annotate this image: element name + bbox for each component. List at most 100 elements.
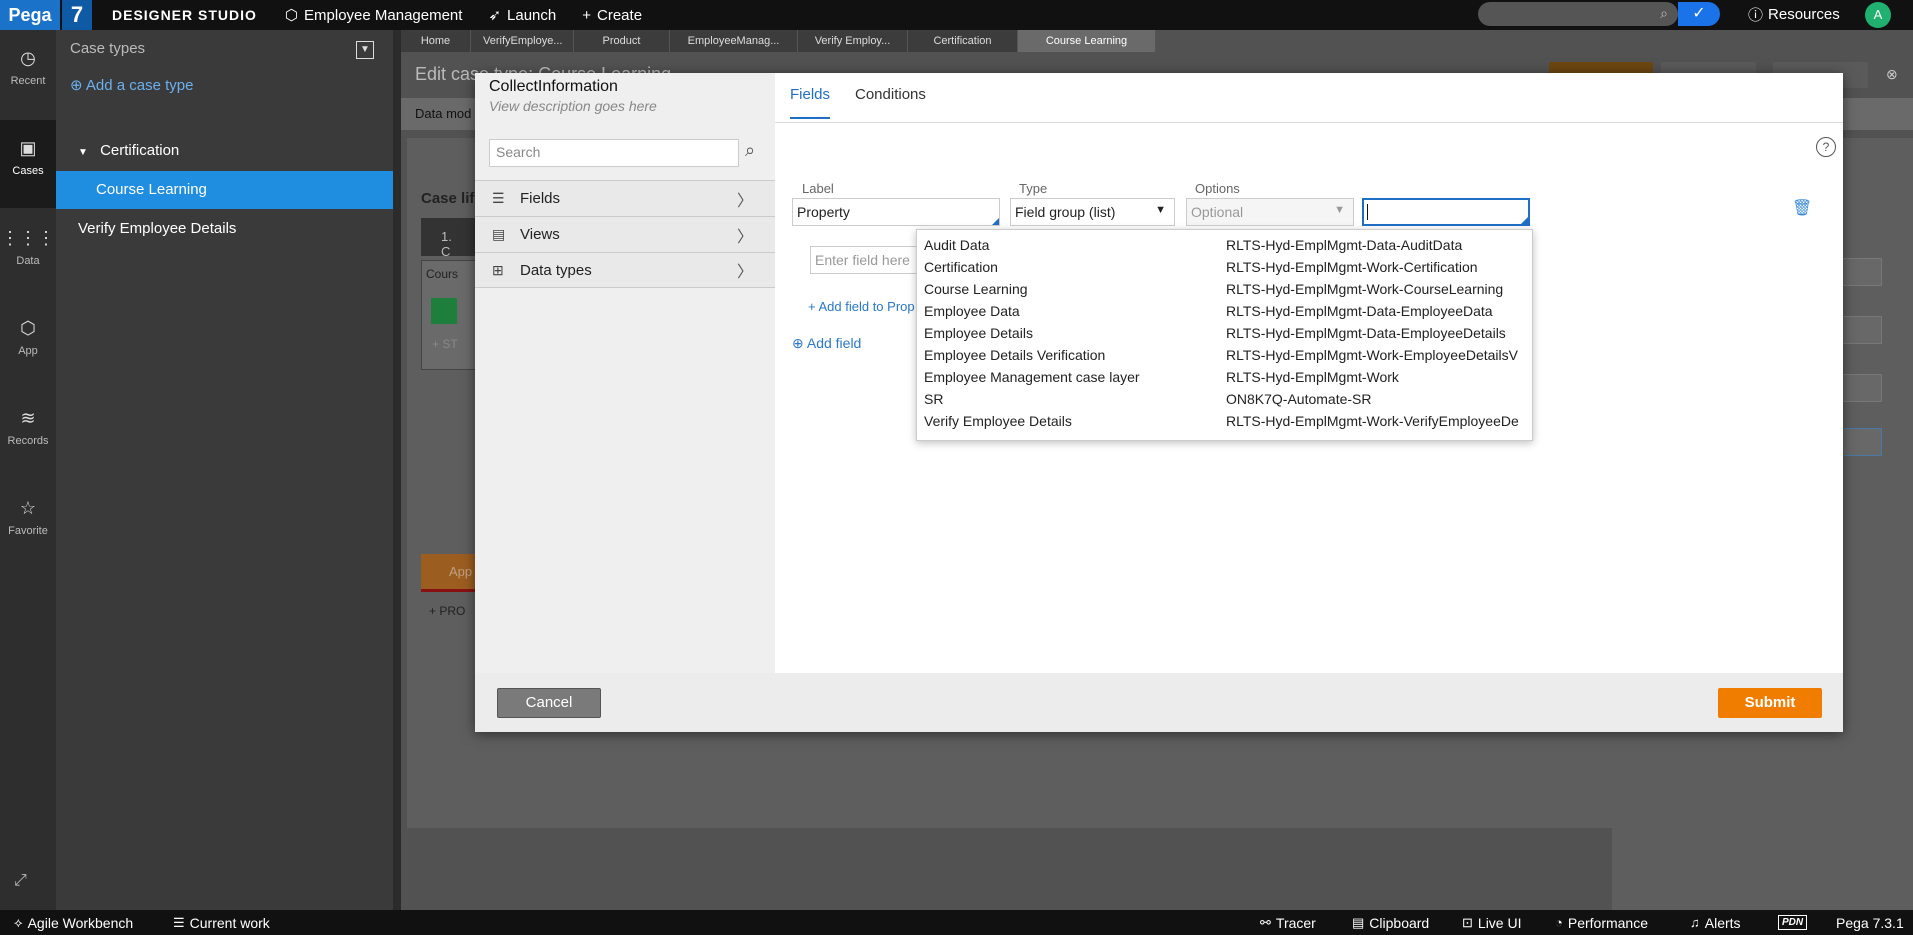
alt-stage-label: App — [449, 564, 473, 579]
expand-icon[interactable]: ⤢ — [14, 872, 27, 890]
live-ui-icon: ⊡ — [1462, 914, 1473, 930]
case-type-certification[interactable]: ▼ Certification — [56, 132, 393, 170]
close-icon[interactable]: ⊗ — [1886, 66, 1898, 83]
search-icon[interactable]: ⌕ — [745, 140, 755, 161]
case-type-verify-employee-details[interactable]: Verify Employee Details — [56, 210, 393, 248]
nav-views[interactable]: ▤ Views 〉 — [475, 216, 775, 252]
corner-indicator — [992, 218, 999, 225]
live-ui-button[interactable]: ⊡ Live UI — [1462, 915, 1521, 931]
list-item[interactable]: Audit Data RLTS-Hyd-EmplMgmt-Data-AuditD… — [917, 235, 1532, 257]
help-icon[interactable]: ? — [1816, 137, 1836, 157]
rail-item-records[interactable]: ≋ Records — [0, 390, 56, 478]
launch-menu[interactable]: ➶ Launch — [488, 6, 556, 25]
resources-menu[interactable]: ⓘ Resources — [1748, 4, 1840, 25]
performance-button[interactable]: ◔ Performance — [1555, 915, 1648, 931]
stage-header[interactable]: 1. C — [421, 218, 481, 259]
tab-course-learning[interactable]: Course Learning — [1018, 30, 1156, 52]
create-menu[interactable]: + Create — [582, 7, 642, 24]
resources-label: Resources — [1768, 6, 1840, 23]
create-label: Create — [597, 6, 643, 24]
tracer-label: Tracer — [1275, 914, 1316, 931]
list-item[interactable]: SR ON8K7Q-Automate-SR — [917, 389, 1532, 411]
rail-label: Data — [16, 255, 40, 267]
rail-label: App — [18, 345, 38, 357]
rail-item-data[interactable]: ⋮⋮⋮ Data — [0, 210, 56, 298]
add-step-link[interactable]: + ST — [432, 337, 458, 351]
list-item[interactable]: Employee Details RLTS-Hyd-EmplMgmt-Data-… — [917, 323, 1532, 345]
tracer-button[interactable]: ⚯ Tracer — [1260, 915, 1316, 931]
app-menu[interactable]: ⬡ Employee Management — [285, 6, 463, 25]
checkmark-button[interactable]: ✓ — [1678, 2, 1720, 26]
clipboard-icon[interactable] — [431, 298, 457, 324]
rail-item-app[interactable]: ⬡ App — [0, 300, 56, 388]
add-process-link[interactable]: + PRO — [429, 604, 465, 618]
nav-label: Fields — [520, 190, 561, 207]
text-cursor — [1367, 204, 1368, 220]
add-field-to-property-link[interactable]: + Add field to Prop — [808, 299, 915, 314]
info-icon: ⓘ — [1748, 7, 1764, 24]
tab-verify-employ[interactable]: Verify Employ... — [798, 30, 908, 52]
global-search-input[interactable]: ⌕ — [1478, 2, 1678, 26]
tab-verifyemploye[interactable]: VerifyEmploye... — [471, 30, 574, 52]
tab-fields[interactable]: Fields — [790, 86, 831, 119]
clipboard-button[interactable]: ▤ Clipboard — [1352, 915, 1429, 931]
corner-indicator — [1521, 217, 1528, 224]
option-class: RLTS-Hyd-EmplMgmt-Work-EmployeeDetailsV — [1226, 347, 1518, 363]
add-case-type-label: Add a case type — [85, 77, 194, 94]
case-types-panel: Case types ▼ ⊕ Add a case type ▼ Certifi… — [56, 30, 393, 910]
panel-splitter[interactable] — [393, 30, 401, 910]
current-work-button[interactable]: ☰ Current work — [173, 915, 270, 931]
list-item[interactable]: Verify Employee Details RLTS-Hyd-EmplMgm… — [917, 411, 1532, 433]
modal-search-input[interactable]: Search — [489, 139, 739, 167]
tab-employeemanag[interactable]: EmployeeManag... — [670, 30, 798, 52]
nav-fields[interactable]: ☰ Fields 〉 — [475, 180, 775, 216]
modal-left-panel: CollectInformation View description goes… — [475, 73, 775, 673]
modal-description[interactable]: View description goes here — [489, 98, 657, 114]
caret-down-icon: ▼ — [1155, 204, 1166, 216]
list-item[interactable]: Employee Data RLTS-Hyd-EmplMgmt-Data-Emp… — [917, 301, 1532, 323]
add-field-link[interactable]: ⊕ Add field — [792, 335, 861, 352]
grid-icon: ⊞ — [492, 261, 504, 278]
tab-certification[interactable]: Certification — [908, 30, 1018, 52]
pdn-label: PDN — [1778, 915, 1808, 930]
rail-item-favorite[interactable]: ☆ Favorite — [0, 480, 56, 568]
option-class: ON8K7Q-Automate-SR — [1226, 391, 1372, 407]
tab-home[interactable]: Home — [401, 30, 471, 52]
agile-workbench-button[interactable]: ⟡ Agile Workbench — [14, 915, 133, 931]
rail-item-cases[interactable]: ▣ Cases — [0, 120, 56, 208]
submit-button[interactable]: Submit — [1718, 688, 1822, 718]
tab-product[interactable]: Product — [574, 30, 670, 52]
agile-icon: ⟡ — [14, 914, 23, 930]
field-options-select[interactable]: Optional ▼ — [1186, 198, 1354, 226]
nav-label: Data types — [520, 261, 592, 279]
field-type-select[interactable]: Field group (list) ▼ — [1010, 198, 1175, 226]
rocket-icon: ➶ — [488, 7, 502, 24]
list-item[interactable]: Employee Details Verification RLTS-Hyd-E… — [917, 345, 1532, 367]
alerts-button[interactable]: ♫ Alerts — [1690, 915, 1741, 931]
version-badge: 7 — [62, 0, 92, 30]
list-item[interactable]: Course Learning RLTS-Hyd-EmplMgmt-Work-C… — [917, 279, 1532, 301]
pdn-link[interactable]: PDN — [1778, 915, 1808, 930]
option-class: RLTS-Hyd-EmplMgmt-Data-AuditData — [1226, 237, 1463, 253]
cancel-button[interactable]: Cancel — [497, 688, 601, 718]
alternate-stage[interactable]: App — [421, 554, 481, 592]
data-type-autocomplete-input[interactable] — [1362, 198, 1530, 226]
list-item[interactable]: Employee Management case layer RLTS-Hyd-… — [917, 367, 1532, 389]
rail-label: Recent — [10, 75, 46, 87]
tracer-icon: ⚯ — [1260, 914, 1271, 930]
list-item[interactable]: Certification RLTS-Hyd-EmplMgmt-Work-Cer… — [917, 257, 1532, 279]
clipboard-icon: ▤ — [1352, 914, 1365, 930]
chevron-down-icon[interactable]: ▼ — [356, 41, 374, 59]
modal-title: CollectInformation — [489, 78, 618, 95]
nav-data-types[interactable]: ⊞ Data types 〉 — [475, 252, 775, 288]
field-label-input[interactable]: Property — [792, 198, 1000, 226]
add-case-type-link[interactable]: ⊕ Add a case type — [70, 76, 194, 94]
trash-icon[interactable]: 🗑 — [1792, 198, 1812, 218]
alerts-label: Alerts — [1704, 914, 1741, 931]
tab-conditions[interactable]: Conditions — [855, 86, 926, 117]
rail-item-recent[interactable]: ◷ Recent — [0, 30, 56, 118]
case-type-course-learning[interactable]: Course Learning — [56, 171, 393, 209]
add-field-label: Add field — [806, 335, 862, 351]
avatar[interactable]: A — [1865, 2, 1891, 28]
pega-logo[interactable]: Pega — [0, 0, 60, 30]
